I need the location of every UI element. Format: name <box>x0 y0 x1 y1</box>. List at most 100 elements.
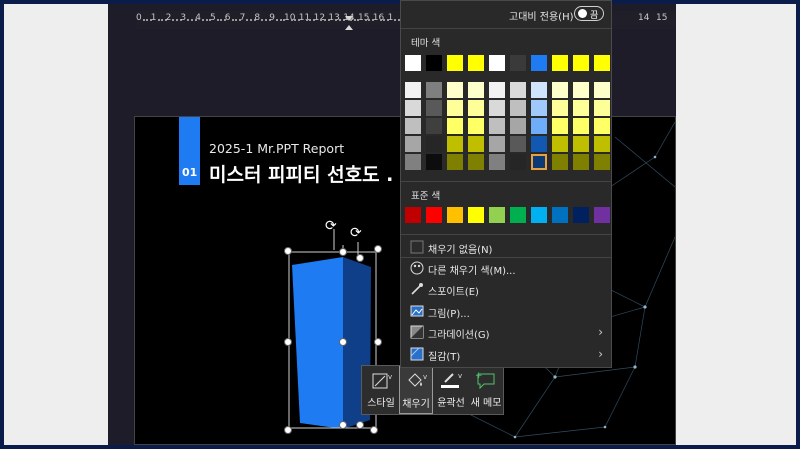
theme-shade-swatch[interactable] <box>489 154 505 170</box>
theme-shade-swatch[interactable] <box>447 82 463 98</box>
theme-shade-swatch[interactable] <box>594 136 610 152</box>
standard-color-swatch[interactable] <box>573 207 589 223</box>
resize-handle[interactable] <box>374 245 382 253</box>
theme-shade-swatch[interactable] <box>405 118 421 134</box>
resize-handle[interactable] <box>370 426 378 434</box>
theme-shade-swatch[interactable] <box>573 118 589 134</box>
resize-handle[interactable] <box>356 421 364 429</box>
standard-color-swatch[interactable] <box>510 207 526 223</box>
theme-color-swatch[interactable] <box>489 55 505 71</box>
ruler-indent-marker[interactable] <box>345 16 353 30</box>
theme-shade-swatch[interactable] <box>510 118 526 134</box>
rotate-handle-icon[interactable]: ⟳ <box>350 225 362 241</box>
theme-shade-swatch[interactable] <box>594 154 610 170</box>
theme-shade-swatch[interactable] <box>531 82 547 98</box>
standard-color-swatch[interactable] <box>489 207 505 223</box>
resize-handle[interactable] <box>284 338 292 346</box>
theme-shade-swatch[interactable] <box>552 100 568 116</box>
theme-shade-swatch[interactable] <box>405 100 421 116</box>
divider <box>401 28 611 29</box>
theme-shade-swatch[interactable] <box>510 82 526 98</box>
standard-color-swatch[interactable] <box>594 207 610 223</box>
fill-button[interactable]: v 채우기 <box>399 366 433 414</box>
theme-shade-swatch[interactable] <box>489 100 505 116</box>
resize-handle[interactable] <box>284 247 292 255</box>
theme-shade-swatch[interactable] <box>447 154 463 170</box>
theme-shade-swatch[interactable] <box>531 136 547 152</box>
theme-color-swatch[interactable] <box>594 55 610 71</box>
menu-item[interactable]: 그림(P)... <box>405 301 607 322</box>
theme-shade-swatch[interactable] <box>489 82 505 98</box>
theme-color-swatch[interactable] <box>426 55 442 71</box>
theme-shade-swatch[interactable] <box>552 82 568 98</box>
theme-shade-swatch[interactable] <box>573 136 589 152</box>
standard-color-swatch[interactable] <box>468 207 484 223</box>
style-button[interactable]: v 스타일 <box>364 366 398 414</box>
theme-shade-swatch[interactable] <box>405 136 421 152</box>
menu-item[interactable]: 스포이트(E) <box>405 279 607 300</box>
theme-shade-swatch[interactable] <box>426 136 442 152</box>
standard-color-swatch[interactable] <box>447 207 463 223</box>
theme-color-swatch[interactable] <box>552 55 568 71</box>
resize-handle[interactable] <box>339 248 347 256</box>
new-memo-button[interactable]: + 새 메모 <box>469 366 503 414</box>
theme-shade-swatch[interactable] <box>468 118 484 134</box>
theme-shade-swatch[interactable] <box>468 82 484 98</box>
theme-color-swatch[interactable] <box>468 55 484 71</box>
theme-shade-swatch[interactable] <box>447 100 463 116</box>
theme-color-swatch[interactable] <box>447 55 463 71</box>
rotate-handle-icon[interactable]: ⟳ <box>325 218 337 234</box>
theme-shade-swatch[interactable] <box>573 100 589 116</box>
resize-handle[interactable] <box>339 421 347 429</box>
theme-shade-swatch[interactable] <box>447 118 463 134</box>
ruler-tick <box>250 19 252 21</box>
menu-item[interactable]: 질감(T) › <box>405 344 607 365</box>
resize-handle[interactable] <box>356 254 364 262</box>
theme-shade-swatch[interactable] <box>426 154 442 170</box>
resize-handle[interactable] <box>374 338 382 346</box>
theme-shade-swatch[interactable] <box>510 100 526 116</box>
theme-shade-swatch[interactable] <box>426 100 442 116</box>
menu-item[interactable]: 그라데이션(G) › <box>405 322 607 343</box>
resize-handle[interactable] <box>339 338 347 346</box>
theme-shade-swatch[interactable] <box>489 118 505 134</box>
theme-color-swatch[interactable] <box>405 55 421 71</box>
theme-shade-swatch[interactable] <box>531 118 547 134</box>
theme-shade-swatch[interactable] <box>468 100 484 116</box>
standard-color-swatch[interactable] <box>405 207 421 223</box>
theme-shade-swatch[interactable] <box>468 154 484 170</box>
theme-shade-swatch[interactable] <box>531 154 547 170</box>
theme-shade-swatch[interactable] <box>531 100 547 116</box>
theme-shade-swatch[interactable] <box>573 154 589 170</box>
outline-button[interactable]: v 윤곽선 <box>434 366 468 414</box>
theme-shade-swatch[interactable] <box>489 136 505 152</box>
theme-shade-swatch[interactable] <box>594 118 610 134</box>
standard-color-swatch[interactable] <box>426 207 442 223</box>
theme-shade-swatch[interactable] <box>405 154 421 170</box>
theme-shade-swatch[interactable] <box>468 136 484 152</box>
standard-color-swatch[interactable] <box>552 207 568 223</box>
ruler-number: 14 <box>638 13 650 23</box>
theme-shade-swatch[interactable] <box>594 100 610 116</box>
theme-shade-swatch[interactable] <box>426 118 442 134</box>
standard-color-swatch[interactable] <box>531 207 547 223</box>
resize-handle[interactable] <box>284 426 292 434</box>
theme-shade-swatch[interactable] <box>426 82 442 98</box>
theme-shade-swatch[interactable] <box>447 136 463 152</box>
theme-shade-swatch[interactable] <box>552 118 568 134</box>
slide-subtitle[interactable]: 2025-1 Mr.PPT Report <box>209 141 344 156</box>
menu-item[interactable]: 다른 채우기 색(M)... <box>405 258 607 279</box>
theme-shade-swatch[interactable] <box>405 82 421 98</box>
theme-shade-swatch[interactable] <box>510 154 526 170</box>
high-contrast-toggle[interactable]: 끔 <box>574 6 604 21</box>
slide-title[interactable]: 미스터 피피티 선호도 . <box>209 160 393 187</box>
menu-item[interactable]: 채우기 없음(N) <box>405 237 607 258</box>
theme-shade-swatch[interactable] <box>552 136 568 152</box>
theme-color-swatch[interactable] <box>573 55 589 71</box>
theme-shade-swatch[interactable] <box>510 136 526 152</box>
theme-color-swatch[interactable] <box>531 55 547 71</box>
theme-shade-swatch[interactable] <box>594 82 610 98</box>
theme-shade-swatch[interactable] <box>573 82 589 98</box>
theme-color-swatch[interactable] <box>510 55 526 71</box>
theme-shade-swatch[interactable] <box>552 154 568 170</box>
